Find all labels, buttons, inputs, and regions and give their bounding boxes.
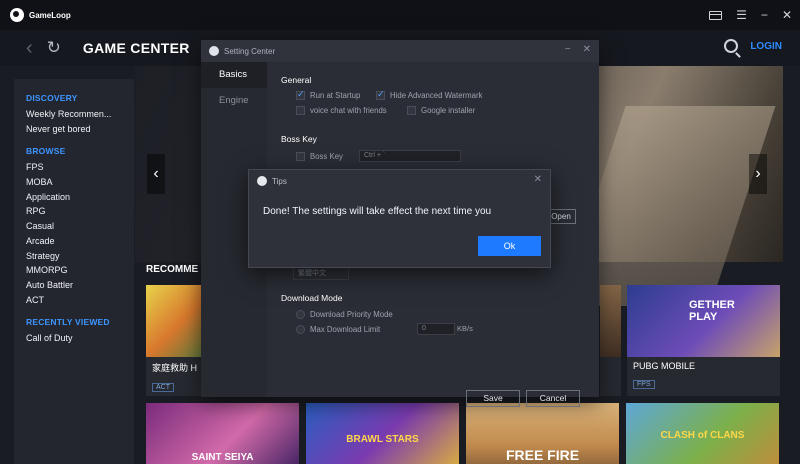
sidebar-item-casual[interactable]: Casual: [26, 219, 134, 234]
boss-key-checkbox[interactable]: Boss Key: [296, 152, 343, 161]
sidebar-item-application[interactable]: Application: [26, 190, 134, 205]
hide-watermark-label: Hide Advanced Watermark: [390, 91, 483, 100]
hero-prev-icon[interactable]: ‹: [147, 154, 165, 194]
gameloop-logo-icon: [10, 8, 24, 22]
gameloop-logo-icon: [257, 176, 267, 186]
game-card-title: 家庭救助 H: [152, 363, 198, 373]
game-card-art: [146, 285, 206, 357]
hero-next-icon[interactable]: ›: [749, 154, 767, 194]
sidebar-item-weekly[interactable]: Weekly Recommen...: [26, 107, 134, 122]
language-select[interactable]: 繁體中文: [293, 267, 349, 280]
sidebar: DISCOVERY Weekly Recommen... Never get b…: [14, 79, 134, 464]
voice-chat-label: voice chat with friends: [310, 106, 387, 115]
minimize-icon[interactable]: −: [761, 9, 768, 21]
sidebar-item-act[interactable]: ACT: [26, 293, 134, 308]
card-icon[interactable]: [709, 10, 723, 20]
google-installer-checkbox[interactable]: Google installer: [407, 106, 475, 115]
tips-title-bar: Tips ✕: [249, 170, 550, 192]
save-button[interactable]: Save: [466, 390, 520, 407]
setting-window-controls: − ✕: [565, 44, 591, 55]
close-icon[interactable]: ✕: [534, 174, 542, 185]
checkbox-icon: [407, 106, 416, 115]
game-card-title: PUBG MOBILE: [633, 361, 696, 371]
tips-dialog: Tips ✕ Done! The settings will take effe…: [248, 169, 551, 268]
download-limit-field[interactable]: 0: [417, 323, 455, 335]
checkbox-checked-icon: [376, 89, 385, 100]
game-tile[interactable]: BRAWL STARS: [306, 403, 459, 464]
max-limit-radio[interactable]: Max Download Limit: [296, 325, 380, 334]
sidebar-item-call-of-duty[interactable]: Call of Duty: [26, 331, 134, 346]
app-name: GameLoop: [29, 10, 71, 20]
checkbox-icon: [296, 106, 305, 115]
sidebar-item-never-bored[interactable]: Never get bored: [26, 122, 134, 137]
priority-mode-label: Download Priority Mode: [310, 310, 393, 319]
game-tile[interactable]: SAINT SEIYA: [146, 403, 299, 464]
tab-basics[interactable]: Basics: [201, 62, 267, 88]
boss-key-label: Boss Key: [310, 152, 343, 161]
game-card-art: GETHER PLAY: [627, 285, 780, 357]
minimize-icon[interactable]: −: [565, 44, 571, 55]
radio-icon: [296, 325, 305, 334]
google-installer-label: Google installer: [421, 106, 476, 115]
menu-icon[interactable]: ☰: [736, 9, 747, 21]
game-tile[interactable]: FREE FIRE: [466, 403, 619, 464]
game-card-art-text: GETHER PLAY: [689, 299, 735, 323]
sidebar-item-arcade[interactable]: Arcade: [26, 234, 134, 249]
recommend-heading: RECOMME: [146, 264, 199, 275]
gameloop-logo-icon: [209, 46, 219, 56]
sidebar-heading-browse: BROWSE: [26, 146, 66, 157]
game-card-tag: FPS: [633, 380, 655, 389]
boss-key-field[interactable]: Ctrl + `: [359, 150, 461, 162]
tab-engine[interactable]: Engine: [201, 88, 267, 114]
voice-chat-checkbox[interactable]: voice chat with friends: [296, 106, 387, 115]
sidebar-heading-discovery: DISCOVERY: [26, 93, 78, 103]
cancel-button[interactable]: Cancel: [526, 390, 580, 407]
game-tile-label: SAINT SEIYA: [191, 452, 254, 463]
login-link[interactable]: LOGIN: [750, 41, 782, 52]
game-card-art: [600, 285, 621, 357]
setting-title: Setting Center: [224, 46, 276, 56]
boss-key-heading: Boss Key: [281, 134, 317, 144]
run-at-startup-label: Run at Startup: [310, 91, 361, 100]
sidebar-item-auto-battler[interactable]: Auto Battler: [26, 278, 134, 293]
tips-message: Done! The settings will take effect the …: [263, 206, 492, 217]
sidebar-item-moba[interactable]: MOBA: [26, 175, 134, 190]
run-at-startup-checkbox[interactable]: Run at Startup: [296, 89, 361, 100]
checkbox-checked-icon: [296, 89, 305, 100]
game-tile-label: CLASH of CLANS: [660, 430, 745, 441]
checkbox-icon: [296, 152, 305, 161]
game-card[interactable]: 家庭救助 H ACT: [146, 285, 206, 396]
page-title: GAME CENTER: [82, 40, 190, 56]
max-limit-label: Max Download Limit: [310, 325, 381, 334]
back-arrow-icon[interactable]: ‹: [26, 37, 33, 60]
radio-icon: [296, 310, 305, 319]
sidebar-item-mmorpg[interactable]: MMORPG: [26, 263, 134, 278]
tips-title: Tips: [272, 176, 287, 186]
close-icon[interactable]: ✕: [782, 9, 792, 21]
game-tile-label: BRAWL STARS: [346, 434, 419, 445]
window-controls: ☰ − ✕: [709, 0, 792, 30]
sidebar-item-strategy[interactable]: Strategy: [26, 249, 134, 264]
game-card[interactable]: GETHER PLAY PUBG MOBILE FPS: [627, 285, 780, 396]
game-card-tag: ACT: [152, 383, 174, 392]
setting-title-bar: Setting Center − ✕: [201, 40, 599, 62]
title-bar: GameLoop ☰ − ✕: [0, 0, 800, 30]
hide-watermark-checkbox[interactable]: Hide Advanced Watermark: [376, 89, 483, 100]
general-heading: General: [281, 75, 312, 85]
download-mode-heading: Download Mode: [281, 293, 343, 303]
sidebar-item-fps[interactable]: FPS: [26, 160, 134, 175]
download-limit-unit: KB/s: [457, 324, 473, 333]
close-icon[interactable]: ✕: [583, 44, 591, 55]
priority-mode-radio[interactable]: Download Priority Mode: [296, 310, 393, 319]
sidebar-item-rpg[interactable]: RPG: [26, 204, 134, 219]
game-tile-label: FREE FIRE: [505, 447, 580, 463]
game-tile[interactable]: CLASH of CLANS: [626, 403, 779, 464]
ok-button[interactable]: Ok: [478, 236, 541, 256]
search-icon[interactable]: [724, 39, 738, 53]
sidebar-heading-recent: RECENTLY VIEWED: [26, 317, 110, 328]
refresh-icon[interactable]: ↻: [47, 38, 61, 58]
game-card-partial[interactable]: [600, 285, 621, 396]
